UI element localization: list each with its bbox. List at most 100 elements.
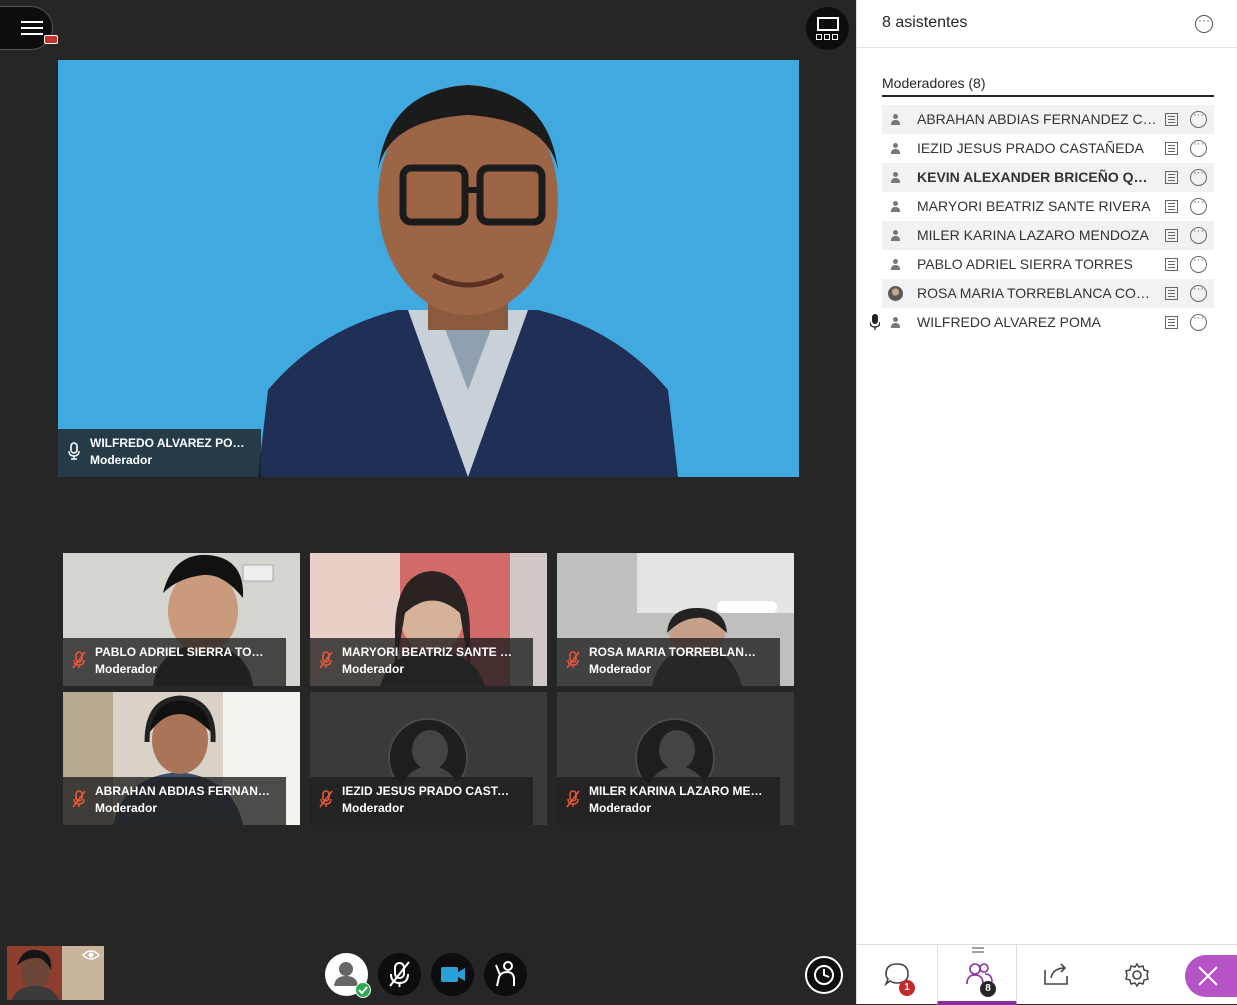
list-item[interactable]: KEVIN ALEXANDER BRICEÑO QUE...	[882, 163, 1214, 192]
more-options-icon[interactable]	[1190, 254, 1207, 273]
more-options-icon[interactable]	[1190, 138, 1207, 157]
notes-icon[interactable]	[1165, 258, 1178, 271]
camera-icon	[441, 967, 465, 982]
tab-share-content[interactable]	[1017, 945, 1097, 1005]
layout-icon	[817, 17, 839, 31]
muted-microphone-icon	[72, 651, 86, 669]
notes-icon[interactable]	[1165, 316, 1178, 329]
hamburger-icon-line	[21, 33, 43, 35]
close-icon	[1198, 966, 1218, 986]
participant-label: ABRAHAN ABDIAS FERNANDEZ... Moderador	[63, 777, 286, 825]
attendee-name: KEVIN ALEXANDER BRICEÑO QUE...	[917, 169, 1157, 185]
participant-role: Moderador	[342, 662, 405, 676]
participant-label: MILER KARINA LAZARO MEND... Moderador	[557, 777, 780, 825]
moderators-section-title[interactable]: Moderadores (8)	[882, 75, 986, 91]
participant-tile[interactable]: MILER KARINA LAZARO MEND... Moderador	[557, 692, 794, 825]
raise-hand-button[interactable]	[484, 953, 527, 996]
muted-microphone-icon	[319, 651, 333, 669]
notes-icon[interactable]	[1165, 200, 1178, 213]
session-stage: WILFREDO ALVAREZ POMA Moderador PABLO AD…	[0, 0, 856, 1004]
main-speaker-video[interactable]: WILFREDO ALVAREZ POMA Moderador	[58, 60, 799, 477]
participant-role: Moderador	[342, 801, 405, 815]
attendees-panel: 8 asistentes Moderadores (8) ABRAHAN ABD…	[856, 0, 1237, 1005]
notes-icon[interactable]	[1165, 171, 1178, 184]
my-status-button[interactable]	[325, 953, 371, 998]
participant-tile[interactable]: ABRAHAN ABDIAS FERNANDEZ... Moderador	[63, 692, 300, 825]
more-options-icon[interactable]	[1190, 167, 1207, 186]
list-item[interactable]: WILFREDO ALVAREZ POMA	[870, 308, 1214, 337]
notes-icon[interactable]	[1165, 229, 1178, 242]
more-options-icon[interactable]	[1190, 109, 1207, 128]
attendees-badge: 8	[980, 981, 996, 997]
participant-label: PABLO ADRIEL SIERRA TORRES Moderador	[63, 638, 286, 686]
list-item[interactable]: MARYORI BEATRIZ SANTE RIVERA	[882, 192, 1214, 221]
eye-icon[interactable]	[82, 949, 100, 961]
panel-tab-bar: 1 8	[857, 944, 1237, 1005]
session-timer-button[interactable]	[805, 956, 843, 994]
participant-name: ROSA MARIA TORREBLANCA C...	[589, 645, 764, 659]
status-ok-icon	[355, 982, 371, 998]
notes-icon[interactable]	[1165, 287, 1178, 300]
muted-microphone-icon	[566, 790, 580, 808]
list-item[interactable]: IEZID JESUS PRADO CASTAÑEDA	[882, 134, 1214, 163]
participant-label: MARYORI BEATRIZ SANTE RIVE... Moderador	[310, 638, 533, 686]
section-divider	[882, 95, 1214, 97]
user-icon	[891, 317, 900, 328]
notes-icon[interactable]	[1165, 113, 1178, 126]
notes-icon[interactable]	[1165, 142, 1178, 155]
muted-microphone-icon	[389, 961, 410, 987]
list-item[interactable]: ROSA MARIA TORREBLANCA CONT...	[882, 279, 1214, 308]
session-menu-button[interactable]	[0, 6, 58, 50]
layout-icon-thumb	[832, 34, 838, 40]
speaking-microphone-icon	[870, 314, 880, 330]
camera-toggle-button[interactable]	[431, 953, 474, 996]
list-item[interactable]: ABRAHAN ABDIAS FERNANDEZ CHI...	[882, 105, 1214, 134]
avatar	[888, 286, 903, 301]
drag-handle-icon	[972, 947, 984, 953]
chat-badge: 1	[899, 980, 915, 996]
participant-name: MARYORI BEATRIZ SANTE RIVE...	[342, 645, 517, 659]
tab-chat[interactable]: 1	[857, 945, 937, 1005]
participant-name: ABRAHAN ABDIAS FERNANDEZ...	[95, 784, 270, 798]
participant-tile[interactable]: MARYORI BEATRIZ SANTE RIVE... Moderador	[310, 553, 547, 686]
tab-settings[interactable]	[1097, 945, 1177, 1005]
speaker-name: WILFREDO ALVAREZ POMA	[90, 436, 245, 450]
more-options-icon[interactable]	[1195, 13, 1213, 33]
user-icon	[891, 172, 900, 183]
more-options-icon[interactable]	[1190, 196, 1207, 215]
share-icon	[1044, 963, 1068, 985]
attendee-list: ABRAHAN ABDIAS FERNANDEZ CHI... IEZID JE…	[870, 105, 1214, 337]
panel-header: 8 asistentes	[857, 0, 1237, 48]
microphone-toggle-button[interactable]	[378, 953, 421, 996]
more-options-icon[interactable]	[1190, 225, 1207, 244]
raise-hand-icon	[495, 961, 515, 987]
self-view-video[interactable]	[7, 946, 104, 1000]
close-panel-button[interactable]	[1185, 955, 1237, 997]
recording-icon	[44, 35, 58, 44]
attendee-name: ABRAHAN ABDIAS FERNANDEZ CHI...	[917, 111, 1157, 127]
hamburger-icon	[21, 21, 43, 23]
attendee-name: MILER KARINA LAZARO MENDOZA	[917, 227, 1149, 243]
list-item[interactable]: MILER KARINA LAZARO MENDOZA	[882, 221, 1214, 250]
layout-toggle-button[interactable]	[806, 7, 849, 50]
hamburger-icon-line	[21, 27, 43, 29]
participant-role: Moderador	[95, 801, 158, 815]
attendee-name: ROSA MARIA TORREBLANCA CONT...	[917, 285, 1157, 301]
user-icon	[891, 230, 900, 241]
participant-tile[interactable]: PABLO ADRIEL SIERRA TORRES Moderador	[63, 553, 300, 686]
tab-attendees[interactable]: 8	[937, 945, 1017, 1005]
muted-microphone-icon	[319, 790, 333, 808]
more-options-icon[interactable]	[1190, 283, 1207, 302]
participant-label: IEZID JESUS PRADO CASTAÑEDA Moderador	[310, 777, 533, 825]
more-options-icon[interactable]	[1190, 312, 1207, 331]
participant-name: MILER KARINA LAZARO MEND...	[589, 784, 764, 798]
speaker-video-image	[258, 85, 678, 477]
participant-tile[interactable]: IEZID JESUS PRADO CASTAÑEDA Moderador	[310, 692, 547, 825]
clock-icon	[814, 965, 834, 985]
attendee-name: IEZID JESUS PRADO CASTAÑEDA	[917, 140, 1144, 156]
participant-tile[interactable]: ROSA MARIA TORREBLANCA C... Moderador	[557, 553, 794, 686]
panel-title: 8 asistentes	[882, 14, 968, 31]
participant-role: Moderador	[589, 662, 652, 676]
list-item[interactable]: PABLO ADRIEL SIERRA TORRES	[882, 250, 1214, 279]
gear-icon	[1125, 962, 1149, 988]
